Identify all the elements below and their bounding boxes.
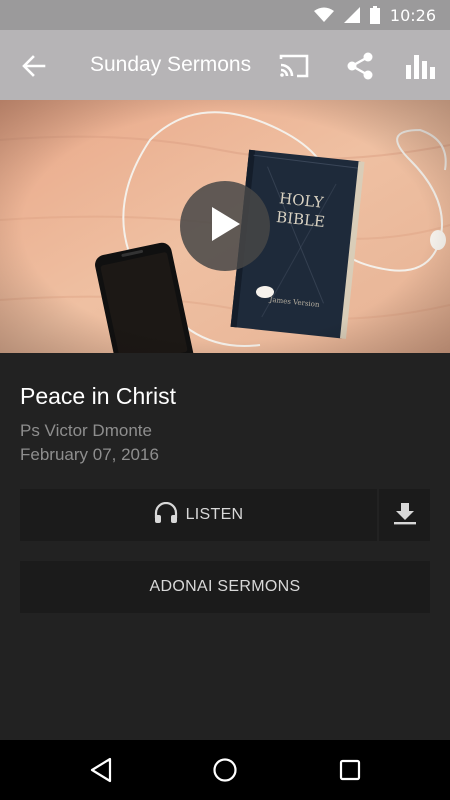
nav-back-icon[interactable] (86, 755, 116, 785)
series-label: ADONAI SERMONS (149, 578, 301, 595)
listen-label: LISTEN (185, 506, 244, 523)
back-arrow-icon[interactable] (20, 52, 48, 80)
status-bar: 10:26 (0, 0, 450, 30)
app-bar: Sunday Sermons (0, 30, 450, 100)
play-button[interactable] (180, 181, 270, 271)
sermon-details: Peace in Christ Ps Victor Dmonte Februar… (0, 353, 450, 740)
download-button[interactable] (379, 489, 430, 541)
battery-icon (369, 6, 380, 24)
series-button[interactable]: ADONAI SERMONS (20, 561, 430, 613)
wifi-icon (313, 7, 334, 23)
page-title: Sunday Sermons (90, 53, 252, 76)
status-time: 10:26 (389, 5, 436, 25)
nav-recents-icon[interactable] (335, 755, 365, 785)
listen-row: LISTEN (20, 489, 430, 541)
share-icon[interactable] (344, 50, 376, 82)
cast-icon[interactable] (278, 50, 310, 82)
nav-home-icon[interactable] (210, 755, 240, 785)
sermon-speaker: Ps Victor Dmonte (20, 421, 152, 440)
sermon-date: February 07, 2016 (20, 445, 159, 464)
headphones-icon (154, 501, 178, 529)
sermon-title: Peace in Christ (20, 383, 176, 409)
listen-button[interactable]: LISTEN (20, 489, 377, 541)
cell-signal-icon (343, 7, 360, 23)
download-icon (393, 501, 417, 530)
play-icon (208, 205, 242, 248)
sermon-cover-image: HOLY BIBLE James Version (0, 100, 450, 353)
stats-icon[interactable] (404, 50, 436, 82)
system-nav-bar (0, 740, 450, 800)
